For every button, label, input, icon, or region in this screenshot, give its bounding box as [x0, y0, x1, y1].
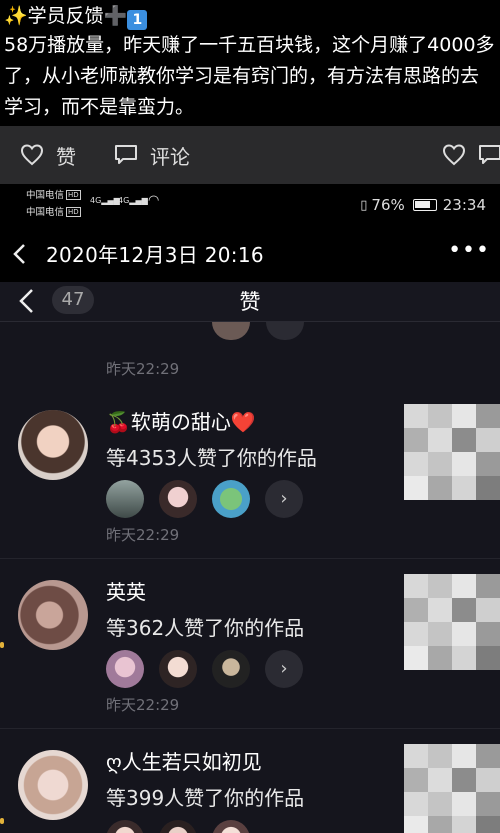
mini-avatar[interactable]	[212, 650, 250, 688]
like-text: 等399人赞了你的作品	[106, 786, 305, 810]
like-text: 等4353人赞了你的作品	[106, 446, 317, 470]
mini-avatar[interactable]	[212, 480, 250, 518]
vibrate-icon: ▯	[360, 197, 368, 213]
mini-avatar[interactable]	[106, 480, 144, 518]
post-thumbnail[interactable]	[404, 404, 500, 500]
more-icon[interactable]: •••	[448, 238, 490, 263]
keycap-one-icon: 1	[127, 10, 148, 30]
like-text: 等362人赞了你的作品	[106, 616, 305, 640]
like-label: 赞	[56, 144, 76, 169]
comment-label: 评论	[150, 144, 190, 169]
comment-icon	[115, 145, 137, 164]
battery-icon	[412, 199, 437, 211]
carrier-2: 中国电信 HD	[26, 207, 81, 218]
signal-icon: 4G▂▄▆	[118, 196, 148, 205]
mini-avatar[interactable]	[106, 820, 144, 833]
divider	[0, 728, 500, 729]
avatar[interactable]	[18, 750, 88, 820]
post-body: 58万播放量，昨天赚了一千五百块钱，这个月赚了4000多了，从小老师就教你学习是…	[4, 34, 495, 118]
post-title-text: 学员反馈	[27, 5, 104, 27]
heart-icon	[442, 144, 466, 166]
mini-avatar[interactable]	[106, 650, 144, 688]
mini-avatar[interactable]	[212, 820, 250, 833]
back-icon[interactable]	[12, 243, 26, 265]
post-action-bar: 赞 评论	[0, 126, 500, 184]
comment-button[interactable]: 评论	[114, 141, 190, 170]
comment-button-secondary[interactable]	[478, 144, 500, 166]
like-button-secondary[interactable]	[442, 144, 478, 166]
sparkles-icon: ✨	[4, 5, 28, 27]
like-time: 昨天22:29	[106, 526, 180, 544]
plus-icon: ➕	[103, 5, 128, 27]
phone-screenshot: 中国电信 HD 中国电信 HD 4G▂▄▆ 4G▂▄▆ ◠ ▯ 76% 23:34 …	[0, 184, 500, 833]
status-right: ▯ 76% 23:34	[360, 196, 486, 214]
mini-avatars	[106, 820, 265, 833]
chat-date: 2020年12月3日 20:16	[46, 242, 264, 267]
divider	[0, 558, 500, 559]
clock: 23:34	[442, 196, 486, 214]
avatar[interactable]	[18, 580, 88, 650]
mini-avatar	[212, 322, 250, 340]
like-time: 昨天22:29	[106, 360, 180, 378]
status-bar: 中国电信 HD 中国电信 HD 4G▂▄▆ 4G▂▄▆ ◠ ▯ 76% 23:34	[0, 184, 500, 224]
post-title: ✨学员反馈➕ 1	[4, 2, 496, 30]
avatar[interactable]	[18, 410, 88, 480]
chevron-right-icon[interactable]: ›	[265, 650, 303, 688]
post-thumbnail[interactable]	[404, 574, 500, 670]
signal-icon: 4G▂▄▆	[90, 196, 120, 205]
user-name[interactable]: 🍒软萌の甜心❤️	[106, 406, 256, 435]
like-button[interactable]: 赞	[20, 141, 76, 170]
mini-avatar[interactable]	[159, 650, 197, 688]
likes-header: 47 赞	[0, 282, 500, 322]
chat-date-bar: 2020年12月3日 20:16 •••	[0, 224, 500, 282]
mini-avatar[interactable]	[159, 480, 197, 518]
likes-title: 赞	[239, 290, 261, 314]
post-thumbnail[interactable]	[404, 744, 500, 833]
battery-percent: 76%	[371, 196, 405, 214]
user-name[interactable]: 英英	[106, 576, 146, 605]
mini-avatars: ›	[106, 480, 303, 518]
mini-avatars: ›	[106, 650, 303, 688]
wifi-icon: ◠	[148, 193, 160, 208]
carrier-1: 中国电信 HD	[26, 190, 81, 201]
arrow-button[interactable]	[266, 322, 304, 340]
like-time: 昨天22:29	[106, 696, 180, 714]
user-name[interactable]: ღ人生若只如初见	[106, 746, 262, 775]
heart-icon	[20, 144, 44, 166]
comment-icon	[479, 145, 500, 164]
unread-dot	[0, 642, 4, 648]
chevron-right-icon[interactable]: ›	[265, 480, 303, 518]
post-text-area: ✨学员反馈➕ 1 58万播放量，昨天赚了一千五百块钱，这个月赚了4000多了，从小…	[0, 0, 500, 126]
mini-avatar[interactable]	[159, 820, 197, 833]
unread-dot	[0, 818, 4, 824]
